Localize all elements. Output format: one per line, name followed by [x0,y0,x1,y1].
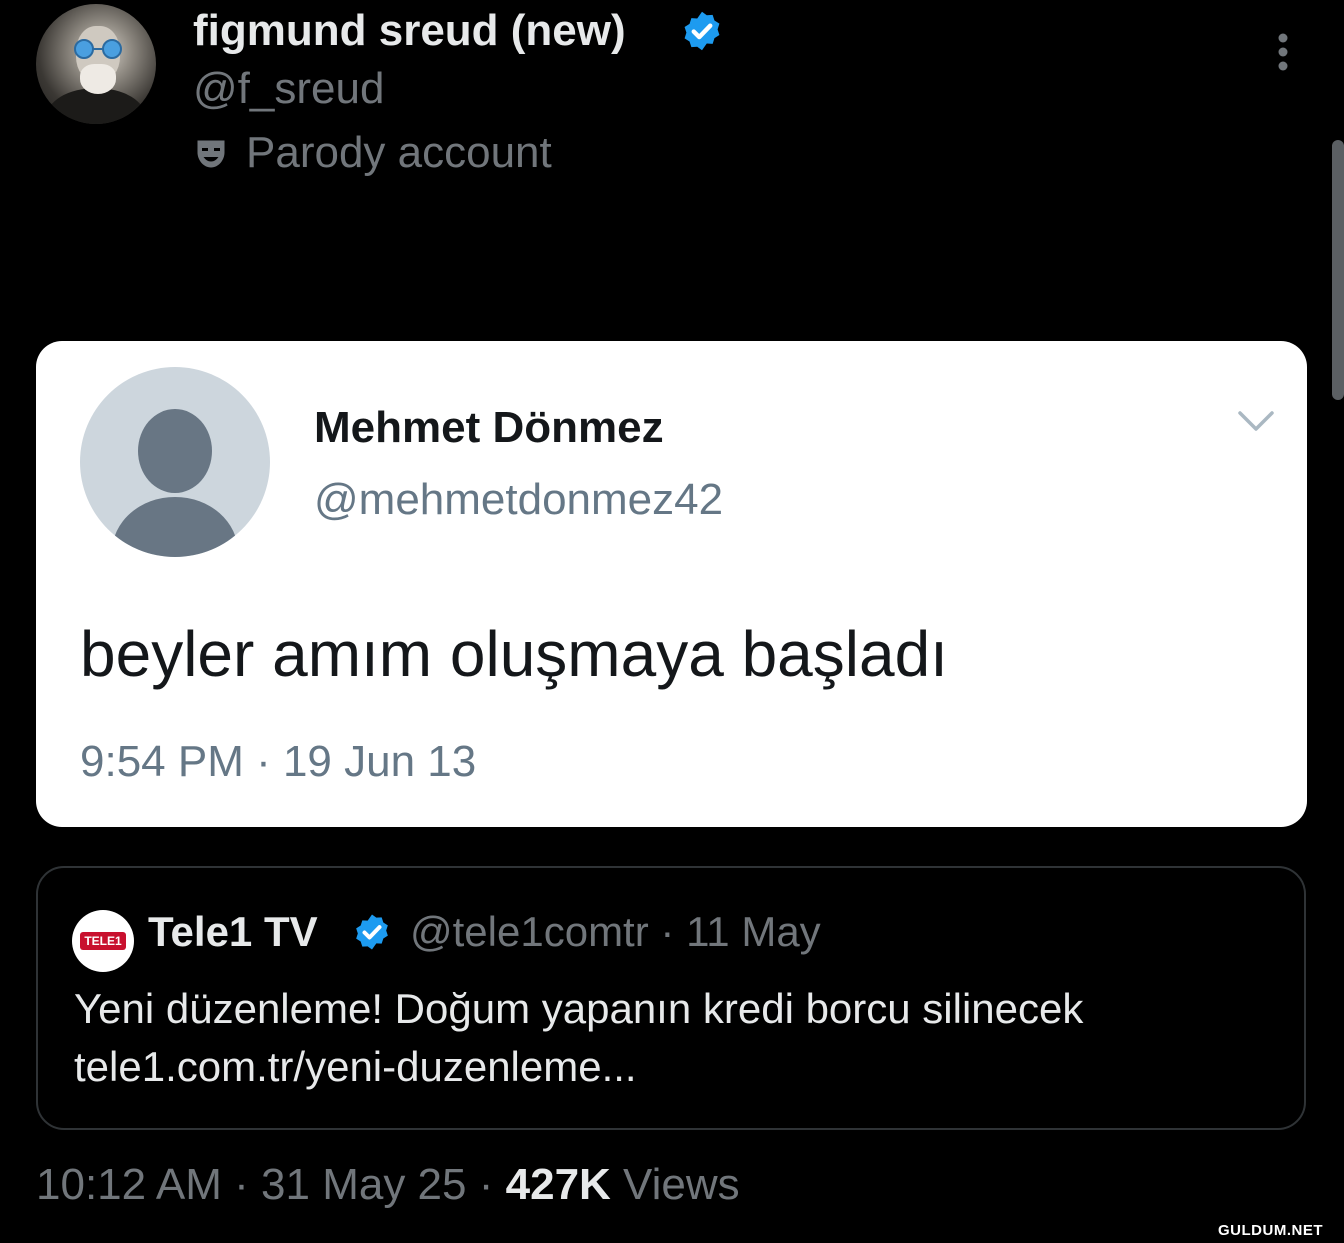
views-count[interactable]: 427K [506,1160,611,1209]
author-handle[interactable]: @f_sreud [193,64,384,114]
author-display-name[interactable]: figmund sreud (new) [193,6,626,56]
watermark: GULDUM.NET [1218,1222,1323,1239]
quoted-meta: @tele1comtr · 11 May [410,908,821,956]
views-label: Views [623,1160,740,1209]
scrollbar[interactable] [1332,140,1344,400]
quoted-tweet[interactable]: TELE1 Tele1 TV @tele1comtr · 11 May Yeni… [36,866,1306,1130]
chevron-down-icon [1238,411,1274,431]
quoted-link[interactable]: tele1.com.tr/yeni-duzenleme... [74,1038,1083,1096]
parody-account-label: Parody account [246,128,552,177]
quoted-display-name[interactable]: Tele1 TV [148,908,318,956]
more-vertical-icon[interactable] [1270,30,1296,74]
quoted-date[interactable]: 11 May [686,908,821,955]
meta-separator: · [478,1160,494,1209]
quoted-text-line1: Yeni düzenleme! Doğum yapanın kredi borc… [74,985,1084,1032]
default-avatar-icon [80,367,270,557]
verified-badge-icon[interactable] [352,912,392,952]
quoted-handle[interactable]: @tele1comtr [410,908,649,955]
tele1-logo-text: TELE1 [80,932,126,950]
verified-badge-icon[interactable] [680,9,724,53]
meta-separator: · [234,1160,249,1209]
embedded-tweet-image[interactable]: Mehmet Dönmez @mehmetdonmez42 beyler amı… [36,341,1307,827]
tele1-logo[interactable]: TELE1 [72,910,134,972]
quoted-text: Yeni düzenleme! Doğum yapanın kredi borc… [74,980,1083,1096]
meta-separator: · [660,908,675,955]
avatar-glasses [74,39,122,59]
embedded-handle: @mehmetdonmez42 [314,475,724,524]
avatar-beard [80,64,116,94]
avatar-head [138,409,212,493]
avatar-body [112,497,238,557]
author-avatar[interactable] [36,4,156,124]
tweet-time[interactable]: 10:12 AM [36,1160,222,1209]
parody-mask-icon [197,140,225,168]
tweet-meta: 10:12 AM · 31 May 25 · 427K Views [36,1160,740,1210]
embedded-text: beyler amım oluşmaya başladı [80,618,948,690]
embedded-name: Mehmet Dönmez [314,403,664,452]
embedded-timestamp: 9:54 PM · 19 Jun 13 [80,737,477,786]
tweet-date[interactable]: 31 May 25 [261,1160,466,1209]
